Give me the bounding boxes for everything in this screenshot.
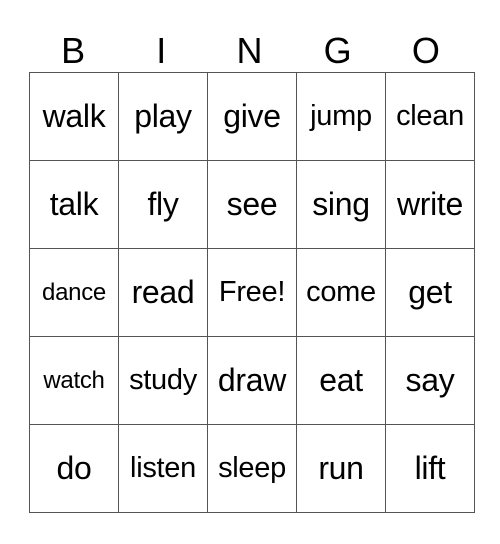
- word-cell: read: [118, 248, 208, 337]
- word-cell: draw: [207, 336, 297, 425]
- word-cell: watch: [29, 336, 119, 425]
- grid-row: watch study draw eat say: [29, 336, 475, 425]
- word-cell: clean: [385, 72, 475, 161]
- word-cell: write: [385, 160, 475, 249]
- word-cell: sleep: [207, 424, 297, 513]
- word-cell: study: [118, 336, 208, 425]
- word-cell: fly: [118, 160, 208, 249]
- word-cell: say: [385, 336, 475, 425]
- word-cell: sing: [296, 160, 386, 249]
- word-cell: give: [207, 72, 297, 161]
- word-cell: get: [385, 248, 475, 337]
- word-cell: dance: [29, 248, 119, 337]
- free-space-cell: Free!: [207, 248, 297, 337]
- word-cell: talk: [29, 160, 119, 249]
- header-letter: O: [411, 30, 440, 71]
- header-letter: G: [323, 30, 352, 71]
- word-cell: lift: [385, 424, 475, 513]
- header-letter: I: [156, 30, 167, 71]
- word-cell: walk: [29, 72, 119, 161]
- word-cell: listen: [118, 424, 208, 513]
- word-cell: eat: [296, 336, 386, 425]
- word-cell: see: [207, 160, 297, 249]
- grid-row: talk fly see sing write: [29, 160, 475, 249]
- word-cell: run: [296, 424, 386, 513]
- word-cell: do: [29, 424, 119, 513]
- header-letter: N: [236, 30, 263, 71]
- grid-row: do listen sleep run lift: [29, 424, 475, 513]
- grid-row: walk play give jump clean: [29, 72, 475, 161]
- bingo-header: BINGO: [29, 30, 470, 72]
- header-letter: B: [61, 30, 86, 71]
- word-cell: come: [296, 248, 386, 337]
- word-cell: play: [118, 72, 208, 161]
- word-cell: jump: [296, 72, 386, 161]
- grid-row: dance read Free! come get: [29, 248, 475, 337]
- bingo-grid: walk play give jump clean talk fly see sing write…: [29, 72, 475, 513]
